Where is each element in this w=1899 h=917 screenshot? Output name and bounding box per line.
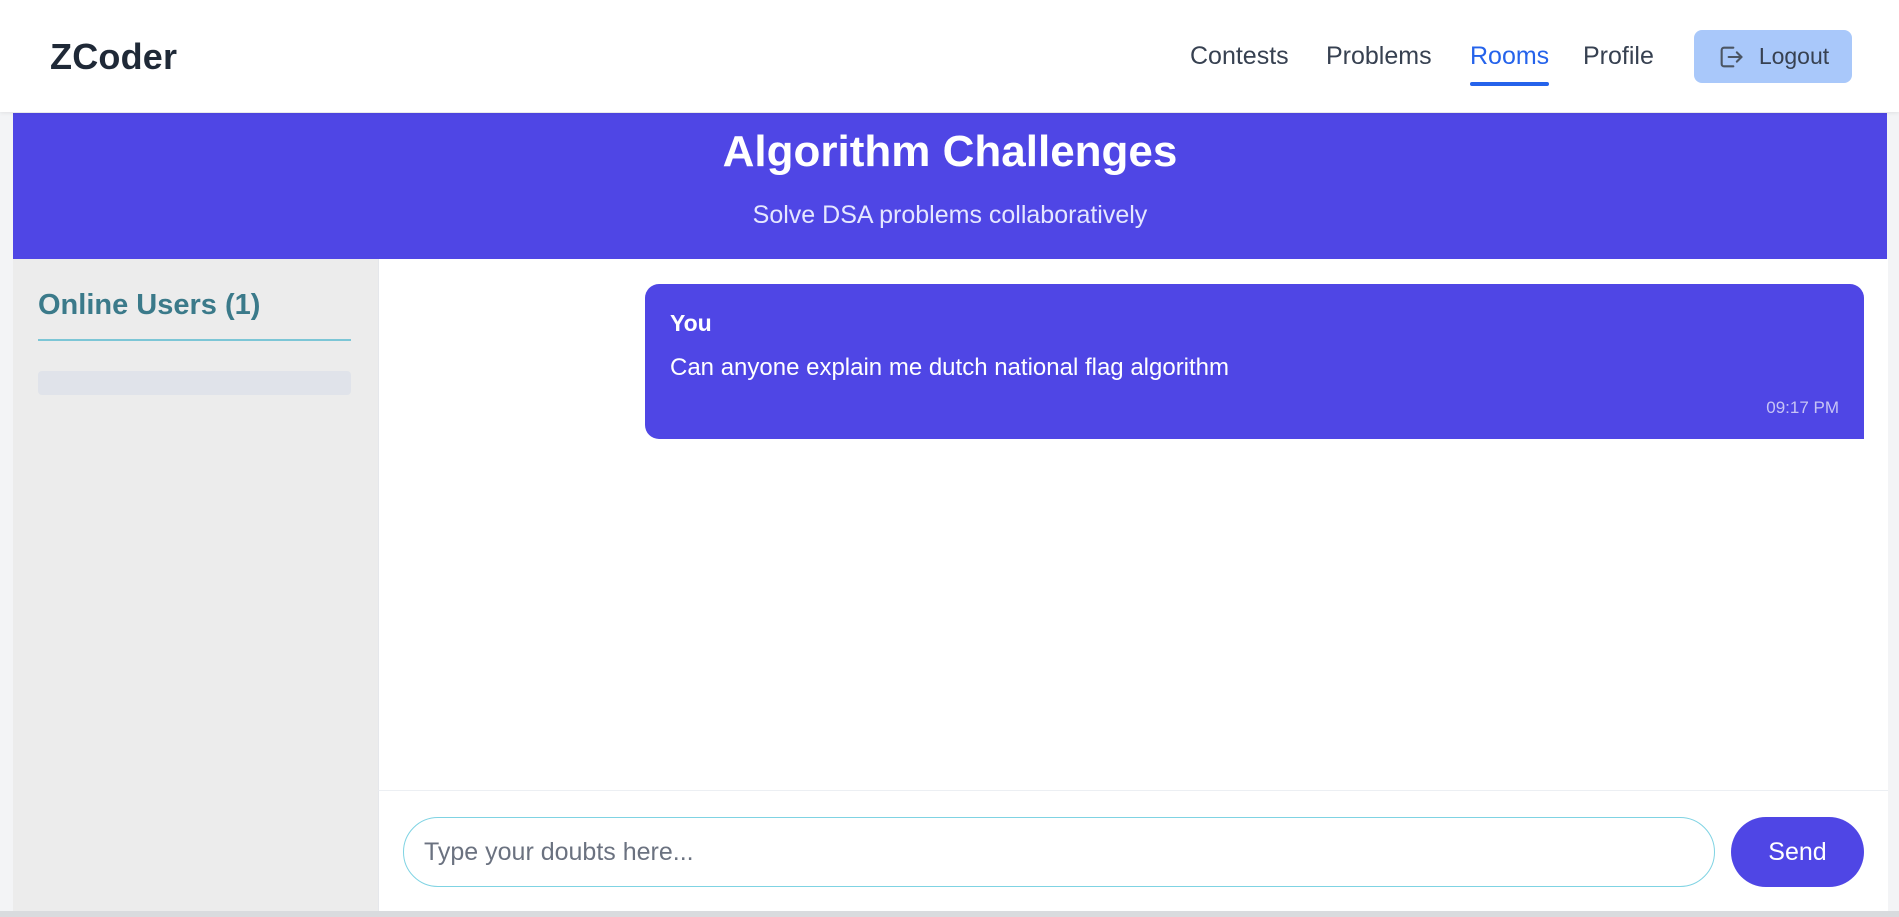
message-input[interactable] — [403, 817, 1715, 887]
nav-problems[interactable]: Problems — [1326, 42, 1432, 71]
chat-messages-area[interactable]: You Can anyone explain me dutch national… — [378, 259, 1888, 790]
send-button[interactable]: Send — [1731, 817, 1864, 887]
user-list-placeholder — [38, 371, 351, 395]
room-subtitle: Solve DSA problems collaboratively — [752, 201, 1148, 229]
nav-contests[interactable]: Contests — [1190, 42, 1289, 71]
nav-profile[interactable]: Profile — [1583, 42, 1654, 71]
room-title: Algorithm Challenges — [722, 127, 1178, 176]
online-users-sidebar: Online Users (1) — [13, 259, 378, 911]
active-tab-indicator — [1470, 82, 1550, 86]
top-navbar: ZCoder Contests Problems Rooms Profile L… — [0, 0, 1899, 112]
nav-rooms-label: Rooms — [1470, 42, 1550, 70]
message-sender: You — [670, 310, 712, 336]
message-timestamp: 09:17 PM — [1766, 398, 1839, 417]
message-composer: Send — [378, 790, 1888, 912]
message-text: Can anyone explain me dutch national fla… — [670, 354, 1230, 381]
window-bottom-edge — [0, 911, 1899, 917]
logout-button[interactable]: Logout — [1694, 30, 1852, 83]
brand-logo[interactable]: ZCoder — [50, 36, 177, 78]
chat-message: You Can anyone explain me dutch national… — [645, 284, 1864, 439]
logout-icon — [1720, 46, 1743, 67]
logout-label: Logout — [1758, 43, 1830, 69]
online-users-title: Online Users (1) — [38, 289, 261, 321]
sidebar-divider — [38, 339, 351, 341]
room-header: Algorithm Challenges Solve DSA problems … — [13, 113, 1887, 259]
nav-rooms[interactable]: Rooms — [1470, 42, 1550, 86]
